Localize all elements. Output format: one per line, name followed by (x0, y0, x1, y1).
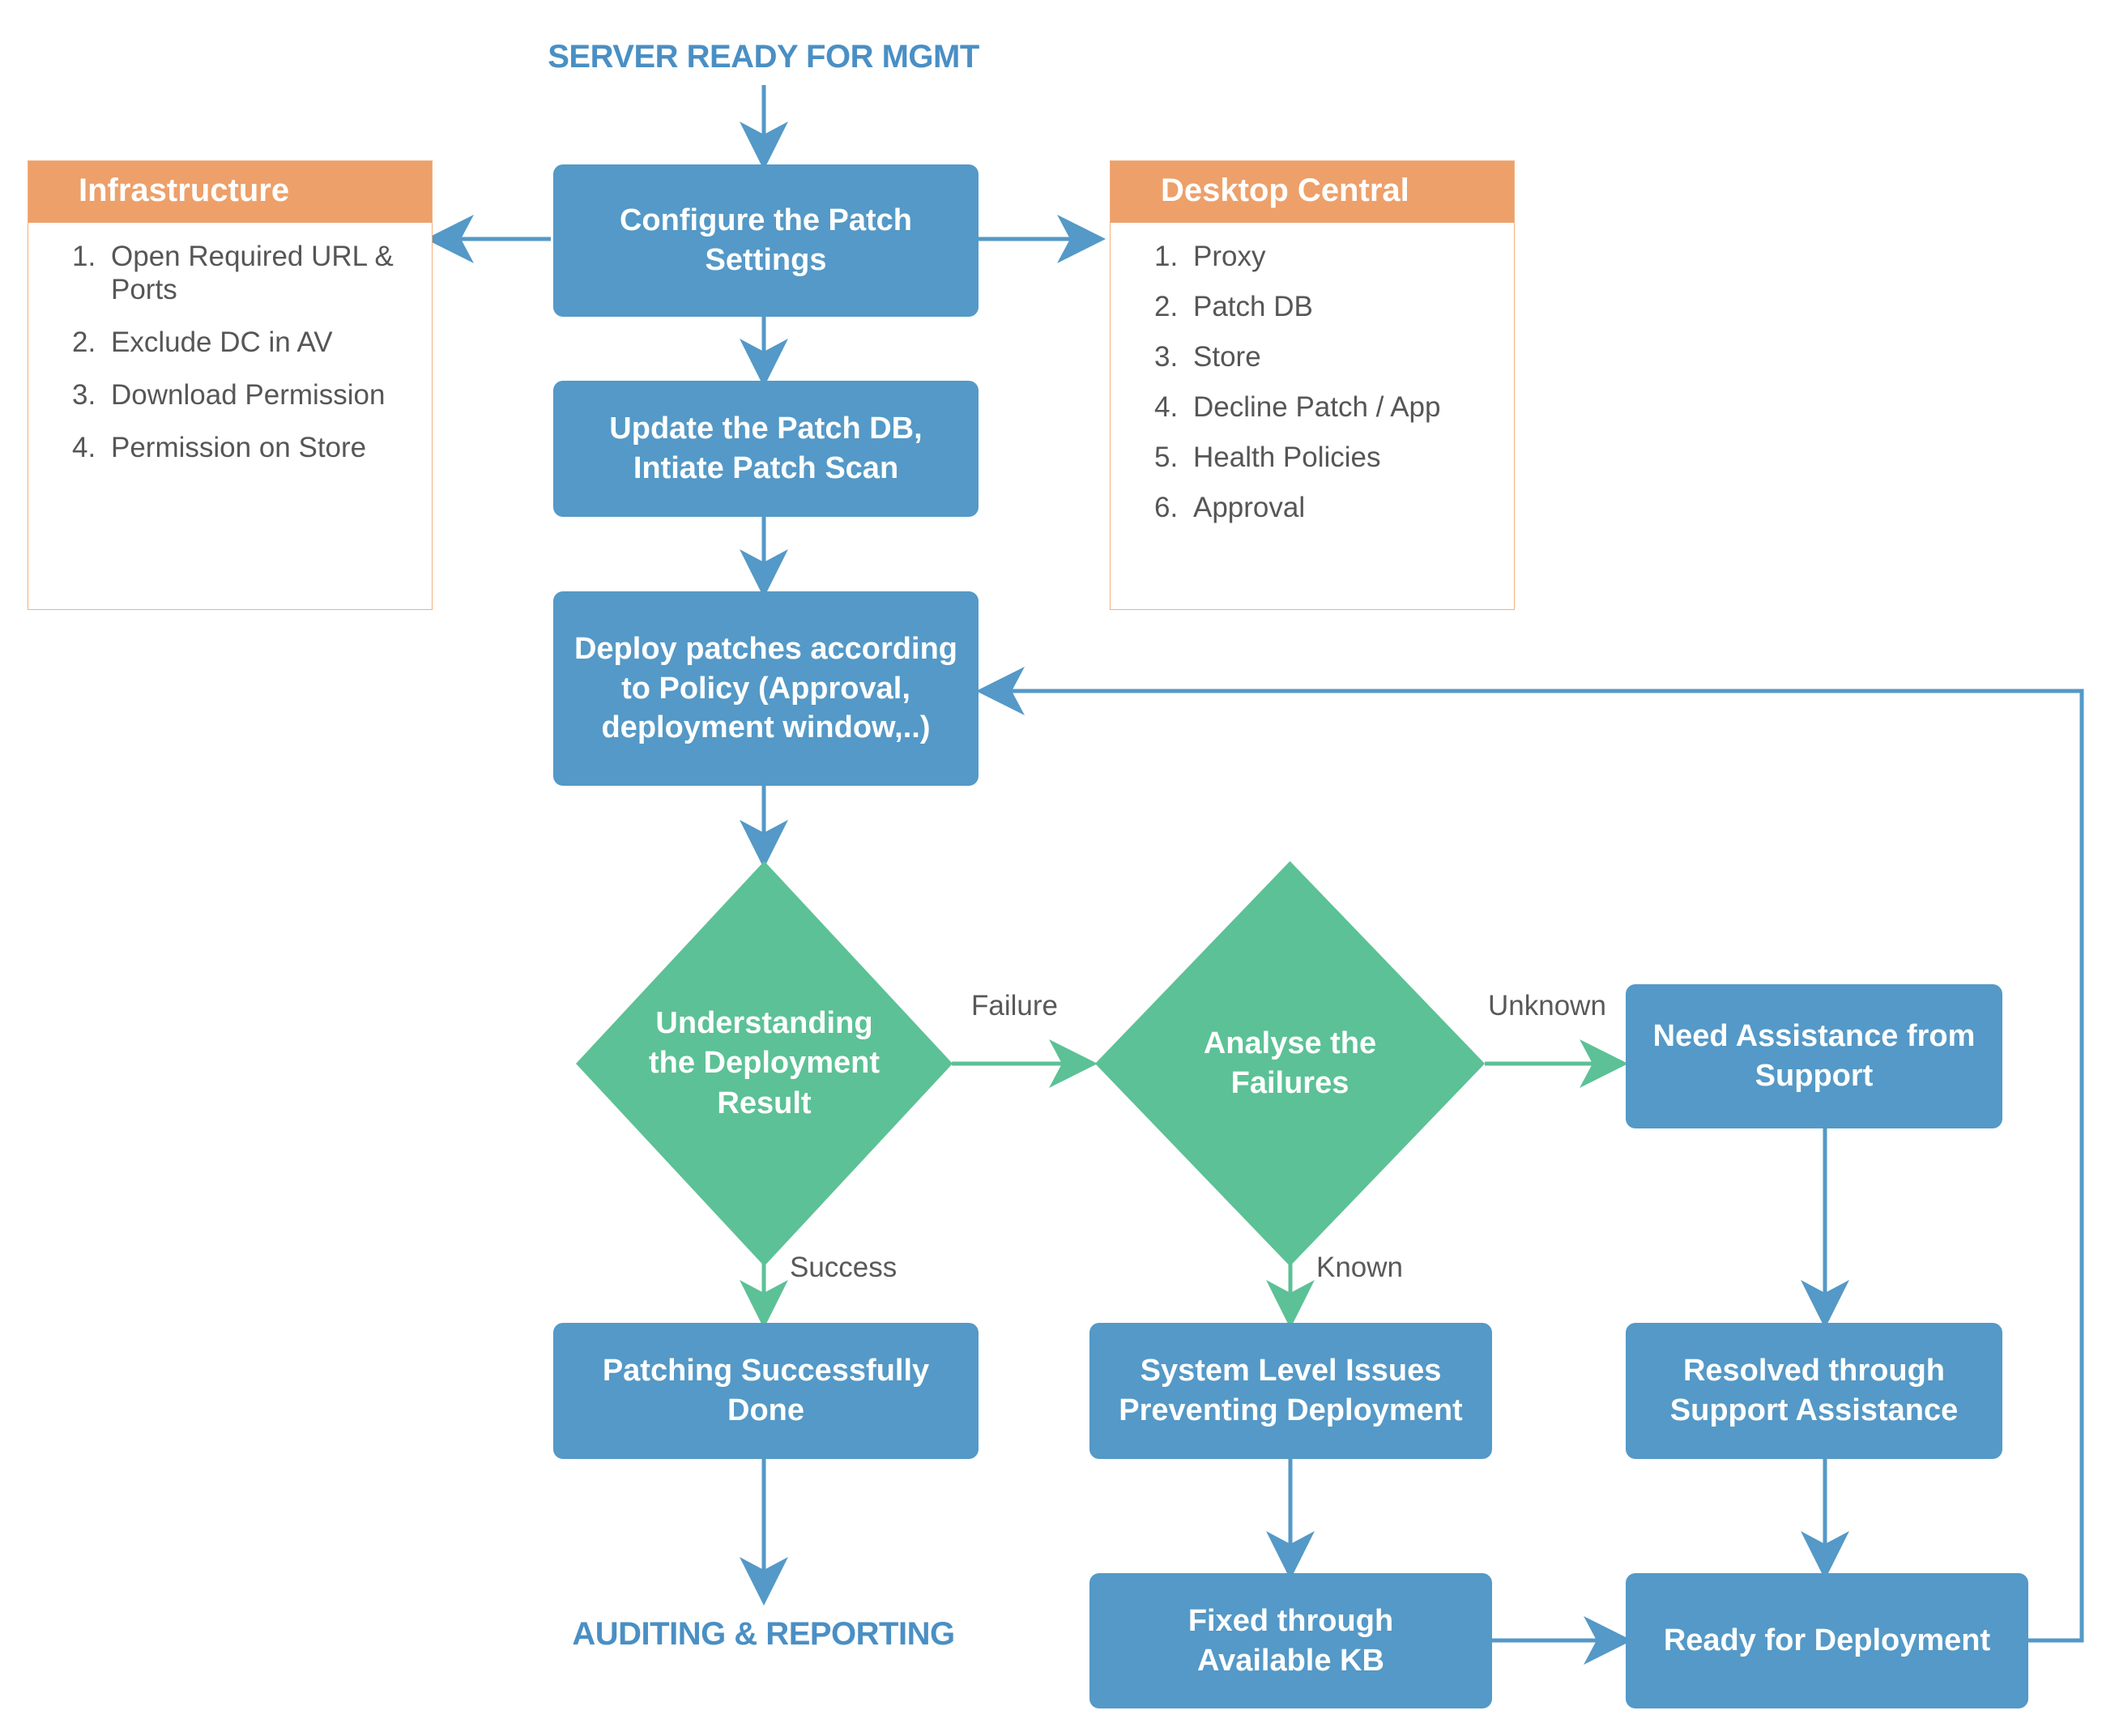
node-need-assistance-from-support[interactable]: Need Assistance from Support (1626, 984, 2002, 1128)
node-ready-for-deployment[interactable]: Ready for Deployment (1626, 1573, 2028, 1708)
node-label-line: Configure the Patch (619, 203, 913, 238)
node-fixed-through-available-kb[interactable]: Fixed through Available KB (1089, 1573, 1492, 1708)
edge-label-known: Known (1316, 1252, 1404, 1283)
flowchart-canvas: SERVER READY FOR MGMT AUDITING & REPORTI… (0, 0, 2102, 1736)
list-item: 1. Open Required URL & Ports (72, 241, 416, 307)
node-resolved-through-support-assistance[interactable]: Resolved through Support Assistance (1626, 1323, 2002, 1459)
edge-label-success: Success (790, 1252, 898, 1283)
list-item-label: Proxy (1193, 241, 1266, 272)
list-item: 4. Permission on Store (72, 432, 416, 465)
list-item-label: Store (1193, 340, 1261, 373)
list-item: 6. Approval (1154, 492, 1498, 525)
start-terminator-label: SERVER READY FOR MGMT (548, 39, 979, 75)
list-item: 2. Exclude DC in AV (72, 326, 416, 360)
edge-label-failure: Failure (971, 990, 1058, 1022)
node-update-patch-db[interactable]: Update the Patch DB, Intiate Patch Scan (553, 381, 979, 517)
edge-label-unknown: Unknown (1488, 990, 1606, 1022)
node-label-line: Fixed through (1187, 1603, 1394, 1638)
node-label-line: Deploy patches according (573, 632, 957, 667)
node-understanding-deployment-result[interactable]: Understanding the Deployment Result (576, 861, 953, 1266)
node-configure-patch-settings[interactable]: Configure the Patch Settings (553, 164, 979, 317)
infrastructure-panel: Infrastructure 1. Open Required URL & Po… (28, 160, 433, 610)
list-item-number: 3. (1154, 340, 1179, 373)
node-label-line: Support (1755, 1059, 1874, 1093)
list-item: 3. Download Permission (72, 379, 416, 412)
diamond-label: Analyse the Failures (1149, 1024, 1430, 1104)
list-item-number: 4. (72, 431, 96, 463)
list-item-number: 6. (1154, 491, 1179, 523)
list-item-number: 5. (1154, 441, 1179, 473)
node-label-line: Support Assistance (1669, 1393, 1959, 1427)
list-item: 1. Proxy (1154, 241, 1498, 274)
desktop-central-panel-title: Desktop Central (1111, 161, 1514, 223)
list-item: 3. Store (1154, 341, 1498, 374)
list-item: 5. Health Policies (1154, 441, 1498, 475)
node-label-line: Need Assistance from (1652, 1019, 1976, 1054)
list-item-number: 2. (72, 326, 96, 358)
node-analyse-the-failures[interactable]: Analyse the Failures (1095, 861, 1485, 1266)
node-label-line: Resolved through (1682, 1354, 1945, 1388)
node-label-line: Settings (705, 243, 827, 277)
list-item-label: Patch DB (1193, 290, 1313, 322)
list-item-label: Permission on Store (111, 431, 367, 463)
desktop-central-panel: Desktop Central 1. Proxy 2. Patch DB 3. … (1110, 160, 1515, 610)
list-item-number: 4. (1154, 390, 1179, 423)
node-label-line: Ready for Deployment (1663, 1623, 1991, 1658)
list-item: 4. Decline Patch / App (1154, 391, 1498, 424)
node-label-line: System Level Issues (1140, 1354, 1442, 1388)
node-label-line: Intiate Patch Scan (633, 451, 899, 485)
diamond-label: Understanding the Deployment Result (629, 1004, 900, 1124)
node-label-line: to Policy (Approval, (621, 671, 910, 706)
node-label-line: Preventing Deployment (1119, 1393, 1463, 1427)
node-label-line: Result (717, 1086, 812, 1120)
list-item-label: Decline Patch / App (1193, 390, 1441, 423)
list-item-label: Download Permission (111, 378, 386, 411)
list-item-number: 2. (1154, 290, 1179, 322)
node-deploy-patches[interactable]: Deploy patches according to Policy (Appr… (553, 591, 979, 786)
node-label-line: Patching Successfully (602, 1354, 930, 1388)
list-item-label: Exclude DC in AV (111, 326, 333, 358)
list-item-label: Approval (1193, 491, 1306, 523)
node-label-line: Analyse the (1203, 1026, 1377, 1060)
list-item-number: 1. (72, 241, 96, 272)
node-patching-successfully-done[interactable]: Patching Successfully Done (553, 1323, 979, 1459)
infrastructure-panel-title: Infrastructure (28, 161, 432, 223)
list-item-label: Open Required URL & Ports (111, 241, 394, 305)
node-label-line: Understanding (655, 1005, 873, 1040)
node-label-line: deployment window,..) (601, 710, 931, 745)
desktop-central-panel-list: 1. Proxy 2. Patch DB 3. Store 4. Decline… (1111, 223, 1514, 550)
list-item-number: 1. (1154, 241, 1179, 272)
node-label-line: Update the Patch DB, (609, 412, 923, 446)
node-system-level-issues[interactable]: System Level Issues Preventing Deploymen… (1089, 1323, 1492, 1459)
end-terminator-label: AUDITING & REPORTING (572, 1616, 955, 1652)
node-label-line: Done (727, 1393, 804, 1427)
infrastructure-panel-list: 1. Open Required URL & Ports 2. Exclude … (28, 223, 432, 493)
node-label-line: the Deployment (648, 1046, 880, 1081)
node-label-line: Failures (1230, 1066, 1349, 1100)
list-item: 2. Patch DB (1154, 291, 1498, 324)
list-item-label: Health Policies (1193, 441, 1381, 473)
node-label-line: Available KB (1197, 1643, 1384, 1678)
list-item-number: 3. (72, 378, 96, 411)
